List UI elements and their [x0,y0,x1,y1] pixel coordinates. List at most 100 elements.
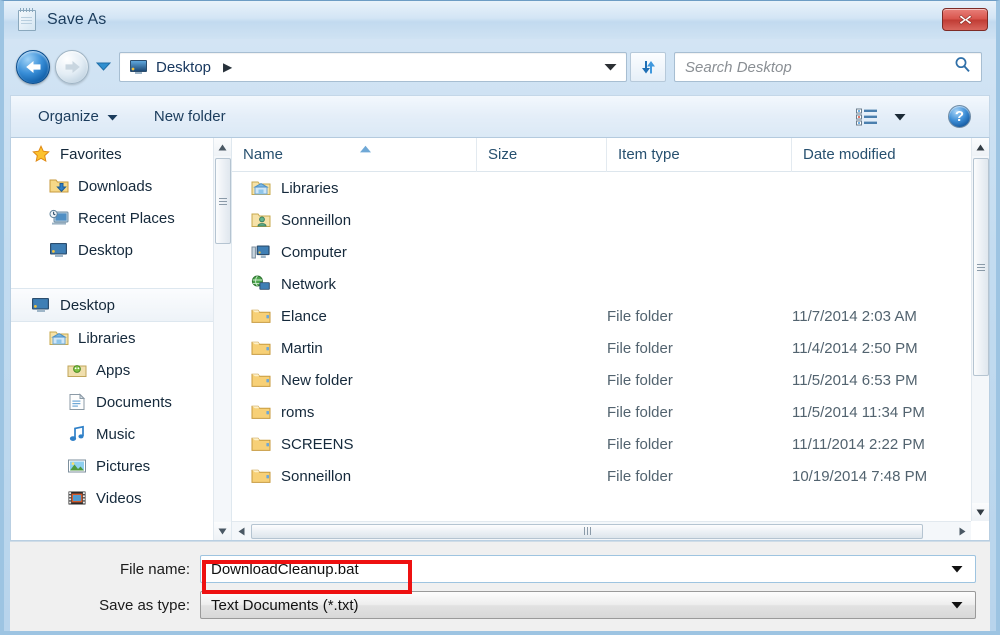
forward-button[interactable] [55,50,89,84]
navigation-list: Favorites Downloads Recent Places Desktop De… [11,138,231,514]
help-button[interactable]: ? [948,105,971,128]
view-dropdown-button[interactable] [894,108,906,126]
address-bar[interactable]: Desktop ▶ [119,52,627,82]
sidebar-scroll-track[interactable] [214,156,232,522]
file-name-text: Martin [281,339,323,357]
back-arrow-icon [25,61,40,73]
videos-icon [67,489,87,507]
help-label: ? [954,108,965,125]
column-header-name[interactable]: Name [232,138,477,172]
filelist-scroll-thumb[interactable] [972,158,989,376]
horizontal-scroll-track[interactable] [250,522,953,541]
chevron-down-icon [107,108,118,125]
sidebar-item-videos[interactable]: Videos [11,482,231,514]
new-folder-label: New folder [153,108,226,125]
search-box[interactable]: Search Desktop [674,52,982,82]
notepad-icon [16,8,38,32]
dialog-body: Favorites Downloads Recent Places Desktop De… [10,138,990,541]
table-row[interactable]: Elance File folder 11/7/2014 2:03 AM [232,300,989,332]
file-name-label: File name: [119,560,190,578]
sidebar-item-desktop[interactable]: Desktop [11,288,231,322]
sidebar-item-music[interactable]: Music [11,418,231,450]
sidebar-item-libraries[interactable]: Libraries [11,322,231,354]
address-bar-row: Desktop ▶ Search Desktop [4,39,996,95]
scroll-right-button[interactable] [953,522,971,540]
save-as-type-select[interactable]: Text Documents (*.txt) [200,591,976,619]
sidebar-item-apps[interactable]: Apps [11,354,231,386]
network-icon [251,275,271,293]
sidebar-item-documents[interactable]: Documents [11,386,231,418]
sidebar-item-desktop[interactable]: Desktop [11,234,231,266]
column-header-date[interactable]: Date modified [792,138,962,172]
sidebar-item-label: Downloads [78,177,153,195]
footer-fields: File name: DownloadCleanup.bat Save as t… [10,541,990,631]
sidebar-scrollbar[interactable] [213,138,231,540]
table-row[interactable]: Computer [232,236,989,268]
file-name-cell: Computer [232,243,477,261]
recent-locations-button[interactable] [95,58,112,76]
folder-icon [251,307,271,325]
back-button[interactable] [16,50,50,84]
search-input[interactable]: Search Desktop [685,59,792,76]
recent-places-icon [49,209,69,227]
sidebar-item-label: Pictures [96,457,151,475]
file-name-cell: Elance [232,307,477,325]
sort-ascending-icon [359,140,372,157]
sidebar-item-label: Documents [96,393,172,411]
table-row[interactable]: Sonneillon [232,204,989,236]
file-name-cell: Martin [232,339,477,357]
sidebar-scroll-thumb[interactable] [214,158,231,244]
sidebar-item-label: Videos [96,489,142,507]
save-as-dialog: Save As Desktop ▶ Search Desktop Organiz… [0,0,1000,635]
file-date-cell: 11/4/2014 2:50 PM [792,339,918,357]
file-name-cell: Libraries [232,179,477,197]
scroll-left-button[interactable] [232,522,250,540]
sidebar-item-pictures[interactable]: Pictures [11,450,231,482]
close-icon [958,14,972,25]
list-view-icon[interactable] [856,108,878,126]
desktop-icon [49,241,69,259]
table-row[interactable]: roms File folder 11/5/2014 11:34 PM [232,396,989,428]
downloads-icon [49,177,69,195]
filelist-scroll-track[interactable] [972,156,990,503]
file-list-pane: Name Size Item type Date modified Libraries… [232,138,989,540]
organize-button[interactable]: Organize [28,101,128,133]
scroll-down-button[interactable] [213,522,231,540]
filelist-horizontal-scrollbar[interactable] [232,521,971,540]
column-header-label: Name [243,146,284,163]
breadcrumb-separator[interactable]: ▶ [223,60,232,74]
save-as-type-dropdown-button[interactable] [951,596,963,614]
address-dropdown-button[interactable] [604,58,617,76]
sidebar-item-label: Desktop [78,241,134,259]
file-name-dropdown-button[interactable] [951,560,963,578]
sidebar-item-recent-places[interactable]: Recent Places [11,202,231,234]
scroll-up-button[interactable] [213,138,231,156]
file-name-row: File name: DownloadCleanup.bat [10,554,990,584]
table-row[interactable]: Sonneillon File folder 10/19/2014 7:48 PM [232,460,989,492]
table-row[interactable]: SCREENS File folder 11/11/2014 2:22 PM [232,428,989,460]
table-row[interactable]: Martin File folder 11/4/2014 2:50 PM [232,332,989,364]
sidebar-item-downloads[interactable]: Downloads [11,170,231,202]
scroll-down-button[interactable] [971,503,989,521]
column-header-size[interactable]: Size [477,138,607,172]
sidebar-item-label: Recent Places [78,209,175,227]
file-name-input[interactable]: DownloadCleanup.bat [200,555,976,583]
file-type-cell: File folder [607,403,673,421]
close-button[interactable] [942,8,988,31]
sidebar-separator [11,266,231,288]
folder-icon [251,435,271,453]
sidebar-item-favorites[interactable]: Favorites [11,138,231,170]
table-row[interactable]: New folder File folder 11/5/2014 6:53 PM [232,364,989,396]
horizontal-scroll-thumb[interactable] [251,523,923,539]
refresh-button[interactable] [630,52,666,82]
apps-icon [67,361,87,379]
forward-arrow-icon [65,61,80,73]
new-folder-button[interactable]: New folder [144,101,236,133]
file-name-text: Sonneillon [281,467,352,485]
breadcrumb-desktop[interactable]: Desktop [156,59,211,76]
scroll-up-button[interactable] [971,138,989,156]
table-row[interactable]: Libraries [232,172,989,204]
column-header-type[interactable]: Item type [607,138,792,172]
table-row[interactable]: Network [232,268,989,300]
filelist-scrollbar[interactable] [971,138,989,521]
